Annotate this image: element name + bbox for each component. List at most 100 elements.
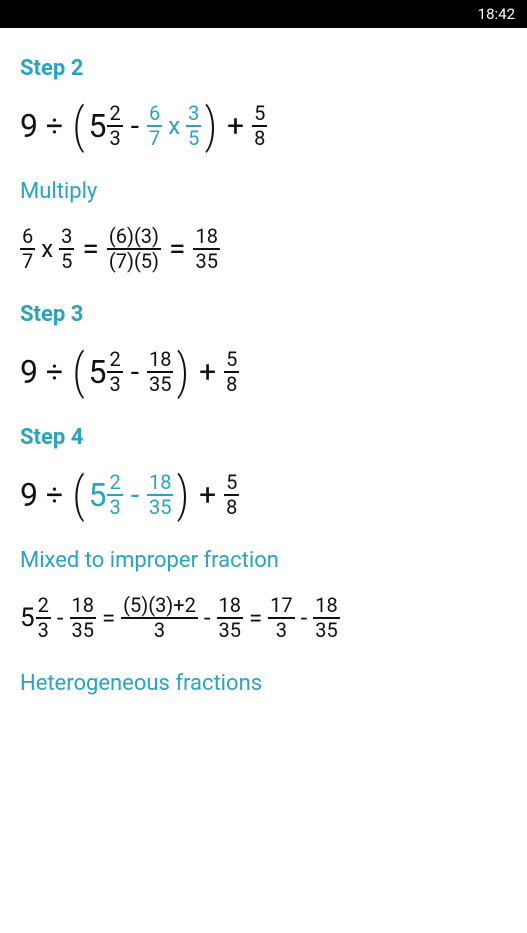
mixed-5-2-3: 5 2 3 [88,103,122,149]
frac-3-5: 3 5 [59,226,74,272]
op-plus: + [193,478,222,513]
frac-n: 3 [186,103,201,127]
frac-n: 5 [224,472,239,496]
op-minus: - [125,109,145,144]
frac-d: 35 [147,496,173,518]
digit-9: 9 [20,476,38,514]
frac-63-75: (6)(3) (7)(5) [107,226,161,272]
op-eq: = [245,604,266,632]
mixed-5-2-3: 5 2 3 [88,349,122,395]
frac-d: 7 [147,127,162,149]
frac-d: 3 [274,619,289,641]
paren-open: ( [73,353,84,391]
frac-n: 18 [217,595,243,619]
paren-close: ) [177,476,189,514]
frac-d: 35 [313,619,339,641]
frac-d: 3 [107,127,122,149]
step-2-title: Step 2 [20,56,507,81]
mixed-5-2-3-hl: 5 2 3 [88,472,122,518]
frac-n: 18 [70,595,96,619]
step-2-expression: 9 ÷ ( 5 2 3 - 6 7 x 3 5 ) + 5 8 [20,103,507,149]
frac-5-8: 5 8 [252,103,267,149]
frac-n: 18 [147,472,173,496]
mixed-whole: 5 [88,476,106,514]
frac-5-8: 5 8 [224,472,239,518]
frac-d: 8 [224,373,239,395]
op-plus: + [193,355,222,390]
step-3-expression: 9 ÷ ( 5 2 3 - 18 35 ) + 5 8 [20,349,507,395]
op-eq: = [98,604,119,632]
step-4-title: Step 4 [20,425,507,450]
op-mul: x [37,235,57,263]
frac-d: 35 [70,619,96,641]
status-bar: 18:42 [0,0,527,28]
paren-open: ( [73,107,84,145]
frac-n: 18 [147,349,173,373]
frac-n: (5)(3)+2 [121,595,198,619]
step-4-sub2: Heterogeneous fractions [20,671,507,696]
frac-d: 35 [193,250,219,272]
op-eq: = [76,232,104,267]
frac-18-35-hl: 18 35 [147,472,173,518]
paren-open: ( [73,476,84,514]
digit-9: 9 [20,107,38,145]
frac-2-3: 2 3 [107,349,122,395]
op-divide: ÷ [40,109,69,144]
op-minus: - [53,604,68,632]
frac-n: 2 [36,595,51,619]
frac-d: 3 [107,496,122,518]
frac-3-5: 3 5 [186,103,201,149]
op-mul: x [164,112,184,140]
mixed-whole: 5 [88,107,106,145]
mixed-whole: 5 [88,353,106,391]
frac-mix-3: (5)(3)+2 3 [121,595,198,641]
frac-18-35: 18 35 [147,349,173,395]
frac-n: 17 [268,595,294,619]
frac-d: 7 [20,250,35,272]
frac-18-35: 18 35 [313,595,339,641]
paren-close: ) [177,353,189,391]
frac-d: 5 [59,250,74,272]
op-divide: ÷ [40,478,69,513]
step-3-title: Step 3 [20,302,507,327]
frac-n: 3 [59,226,74,250]
frac-2-3: 2 3 [107,472,122,518]
frac-n: 2 [107,349,122,373]
frac-18-35: 18 35 [193,226,219,272]
frac-d: 3 [152,619,167,641]
frac-d: 8 [252,127,267,149]
frac-n: 5 [252,103,267,127]
frac-n: 18 [193,226,219,250]
frac-2-3: 2 3 [107,103,122,149]
frac-n: 2 [107,103,122,127]
op-divide: ÷ [40,355,69,390]
frac-18-35: 18 35 [70,595,96,641]
paren-close: ) [205,107,217,145]
op-eq: = [163,232,191,267]
frac-d: 5 [186,127,201,149]
op-minus: - [297,604,312,632]
frac-n: 2 [107,472,122,496]
step-4-sub1: Mixed to improper fraction [20,548,507,573]
frac-d: 35 [147,373,173,395]
frac-n: 6 [20,226,35,250]
frac-18-35: 18 35 [217,595,243,641]
frac-17-3: 17 3 [268,595,294,641]
frac-n: (6)(3) [107,226,161,250]
step-4-expression: 9 ÷ ( 5 2 3 - 18 35 ) + 5 8 [20,472,507,518]
mixed-whole: 5 [20,603,35,633]
frac-d: 3 [36,619,51,641]
frac-6-7: 6 7 [20,226,35,272]
frac-d: 8 [224,496,239,518]
frac-6-7: 6 7 [147,103,162,149]
frac-d: 35 [217,619,243,641]
multiply-work: 6 7 x 3 5 = (6)(3) (7)(5) = 18 35 [20,226,507,272]
status-time: 18:42 [478,5,515,23]
mixed-5-2-3: 5 2 3 [20,595,51,641]
mixed-to-improper-work: 5 2 3 - 18 35 = (5)(3)+2 3 - 18 35 = 17 … [20,595,507,641]
frac-n: 18 [313,595,339,619]
op-plus: + [221,109,250,144]
op-minus: - [125,478,145,513]
op-minus: - [200,604,215,632]
frac-5-8: 5 8 [224,349,239,395]
